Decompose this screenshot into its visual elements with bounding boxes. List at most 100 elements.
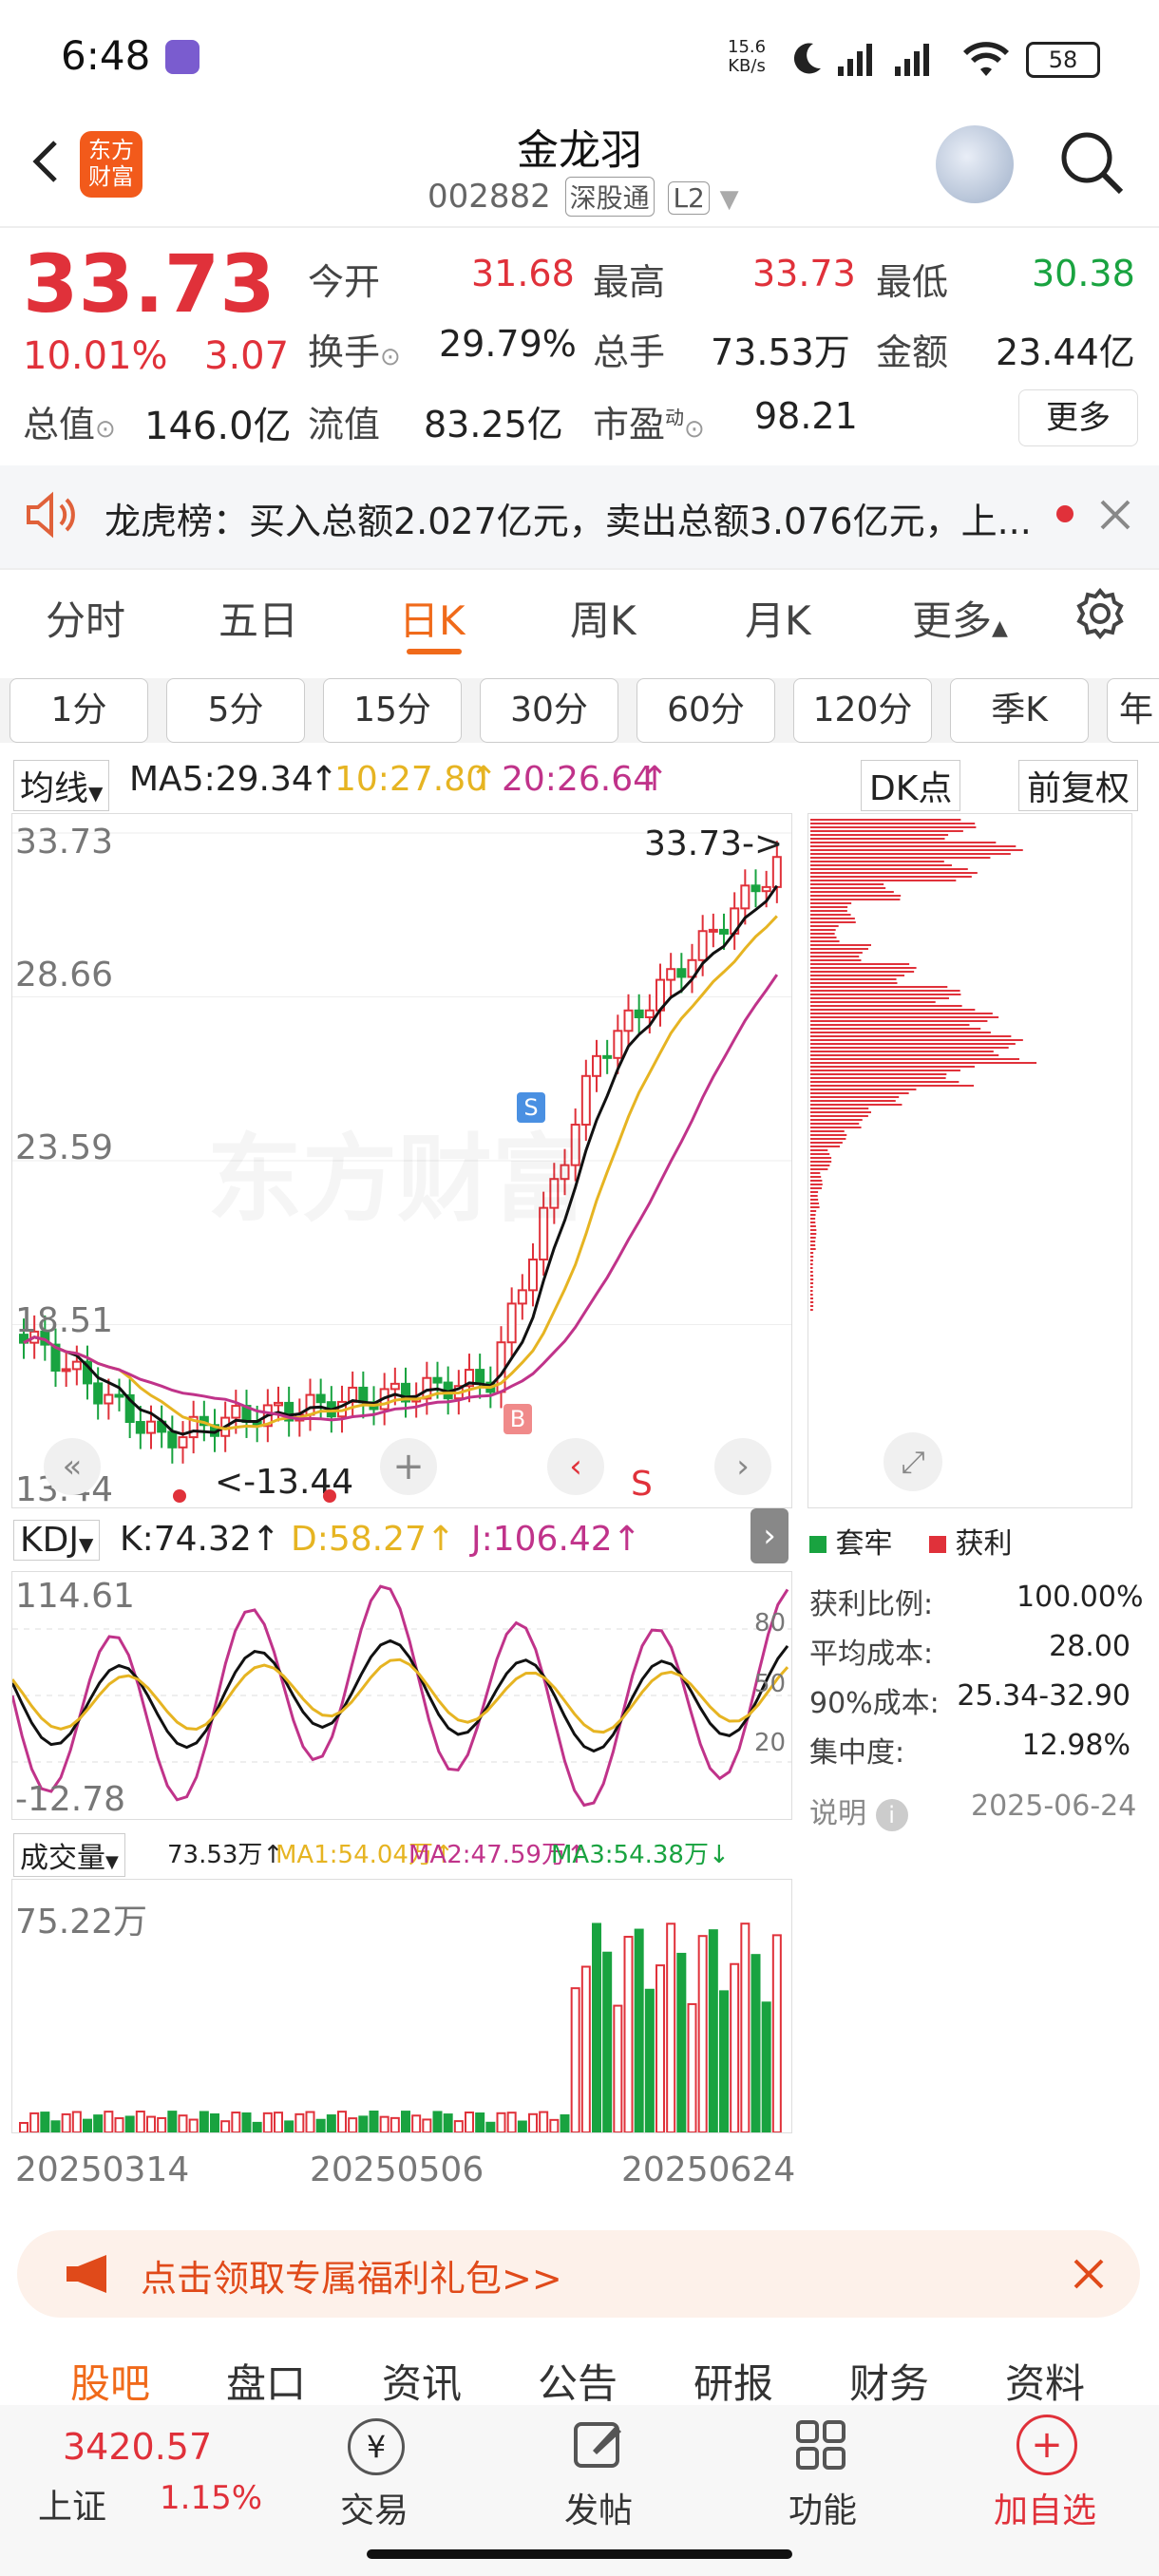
speaker-icon xyxy=(27,491,75,539)
tab-finance[interactable]: 财务 xyxy=(849,2352,929,2410)
period-30min[interactable]: 30分 xyxy=(480,678,618,743)
candle-body xyxy=(740,884,750,910)
period-year-k[interactable]: 年 xyxy=(1107,678,1159,743)
post-label[interactable]: 发帖 xyxy=(564,2483,633,2532)
candle-body xyxy=(114,1393,124,1398)
chevron-left-icon[interactable]: ‹ xyxy=(547,1438,604,1495)
app-notification-icon xyxy=(165,40,200,74)
assistant-avatar[interactable] xyxy=(936,125,1014,203)
volume-bar xyxy=(220,2120,231,2134)
news-text[interactable]: 龙虎榜：买入总额2.027亿元，卖出总额3.076亿元，上... xyxy=(104,492,1031,544)
trade-label[interactable]: 交易 xyxy=(340,2483,408,2532)
search-icon[interactable] xyxy=(1054,125,1129,199)
tab-forum[interactable]: 股吧 xyxy=(70,2352,150,2410)
more-button[interactable]: 更多 xyxy=(1018,389,1138,446)
candle-body xyxy=(61,1368,71,1373)
candle-body xyxy=(305,1393,315,1416)
tab-research[interactable]: 研报 xyxy=(694,2352,773,2410)
volume-bar xyxy=(104,2111,114,2133)
tab-more-label: 更多 xyxy=(912,597,993,644)
period-60min[interactable]: 60分 xyxy=(636,678,775,743)
high-marker: 33.73-> xyxy=(644,824,784,863)
volume-bar xyxy=(315,2118,326,2133)
dk-point-button[interactable]: DK点 xyxy=(861,760,961,811)
volume-bar xyxy=(294,2112,305,2134)
volume-bar xyxy=(465,2112,474,2133)
tab-announcements[interactable]: 公告 xyxy=(538,2352,618,2410)
kdj-selector[interactable]: KDJ▼ xyxy=(13,1520,101,1561)
stock-subtitle[interactable]: 002882 深股通 L2 ▼ xyxy=(428,177,739,217)
volume-bar xyxy=(337,2111,347,2133)
volume-bar xyxy=(157,2116,167,2133)
kline-y-label: 18.51 xyxy=(15,1301,114,1340)
kdj-k-value: K:74.32 xyxy=(120,1520,252,1559)
period-15min[interactable]: 15分 xyxy=(323,678,462,743)
candle-body xyxy=(104,1393,114,1405)
caret-down-icon: ▼ xyxy=(105,1852,119,1872)
index-value[interactable]: 3420.57 xyxy=(63,2426,212,2468)
close-icon[interactable] xyxy=(1072,2257,1106,2291)
volume-bar xyxy=(602,1951,613,2133)
info-icon[interactable]: ⊙ xyxy=(684,415,705,444)
volume-selector[interactable]: 成交量▼ xyxy=(13,1833,125,1877)
tab-orderbook[interactable]: 盘口 xyxy=(226,2352,306,2410)
kdj-y-top: 114.61 xyxy=(15,1577,135,1616)
info-icon[interactable]: ⊙ xyxy=(380,343,401,371)
volume-bar xyxy=(390,2116,400,2133)
net-speed: 15.6 KB/s xyxy=(728,38,766,76)
info-icon[interactable]: ⊙ xyxy=(95,415,116,444)
tab-more[interactable]: 更多▲ xyxy=(912,589,1008,647)
volume-bar xyxy=(188,2118,199,2134)
period-1min[interactable]: 1分 xyxy=(10,678,148,743)
volume-bar xyxy=(761,2001,771,2133)
kdj-ref-80: 80 xyxy=(754,1609,787,1638)
grid-icon[interactable] xyxy=(792,2416,849,2473)
volume-bar xyxy=(432,2111,443,2133)
candle-body xyxy=(613,1030,623,1059)
expand-icon[interactable]: ⤢ xyxy=(884,1432,942,1491)
yen-icon[interactable]: ¥ xyxy=(348,2418,405,2475)
ma-selector[interactable]: 均线▼ xyxy=(13,760,110,811)
chip-distribution[interactable] xyxy=(808,813,1132,1508)
function-label[interactable]: 功能 xyxy=(788,2483,857,2532)
forward-adjust-button[interactable]: 前复权 xyxy=(1018,760,1139,811)
period-5min[interactable]: 5分 xyxy=(166,678,305,743)
chevron-down-icon: ▼ xyxy=(719,185,739,214)
high-value: 33.73 xyxy=(752,253,856,294)
add-watchlist-label[interactable]: 加自选 xyxy=(994,2483,1096,2532)
volume-bar xyxy=(178,2114,188,2134)
chip-note[interactable]: 说明 i xyxy=(809,1790,908,1831)
unread-dot xyxy=(1056,505,1074,522)
tab-5day[interactable]: 五日 xyxy=(218,589,298,647)
chevron-right-icon[interactable]: › xyxy=(714,1438,771,1495)
add-watchlist-icon[interactable]: + xyxy=(1016,2415,1077,2475)
float-label: 流值 xyxy=(308,404,381,445)
plus-icon[interactable]: + xyxy=(380,1438,437,1495)
tab-daily-k[interactable]: 日K xyxy=(399,589,466,647)
period-120min[interactable]: 120分 xyxy=(793,678,932,743)
tab-intraday[interactable]: 分时 xyxy=(46,589,125,647)
close-icon[interactable] xyxy=(1098,498,1132,532)
kline-y-label: 28.66 xyxy=(15,956,114,994)
edit-icon[interactable] xyxy=(570,2416,627,2473)
tab-news[interactable]: 资讯 xyxy=(382,2352,462,2410)
chip-stat-value: 12.98% xyxy=(1021,1729,1130,1762)
volume-bar xyxy=(199,2111,209,2133)
candle-body xyxy=(71,1360,82,1371)
tab-weekly-k[interactable]: 周K xyxy=(570,589,636,647)
gear-icon[interactable] xyxy=(1074,587,1127,640)
candle-body xyxy=(146,1420,156,1434)
chevron-right-icon[interactable]: › xyxy=(750,1508,788,1563)
tab-profile[interactable]: 资料 xyxy=(1005,2352,1085,2410)
tab-monthly-k[interactable]: 月K xyxy=(745,589,811,647)
status-bar: 6:48 15.6 KB/s 58 xyxy=(0,0,1159,114)
promo-text[interactable]: 点击领取专属福利礼包>> xyxy=(141,2249,562,2301)
candle-body xyxy=(93,1382,104,1405)
kdj-ref-50: 50 xyxy=(754,1670,787,1698)
amount-value: 23.44亿 xyxy=(996,331,1135,373)
pe-label-text: 市盈 xyxy=(593,404,666,445)
chip-date: 2025-06-24 xyxy=(971,1790,1137,1823)
rewind-icon[interactable]: « xyxy=(44,1438,101,1495)
period-quarter-k[interactable]: 季K xyxy=(950,678,1089,743)
volume-bar xyxy=(676,1952,687,2133)
